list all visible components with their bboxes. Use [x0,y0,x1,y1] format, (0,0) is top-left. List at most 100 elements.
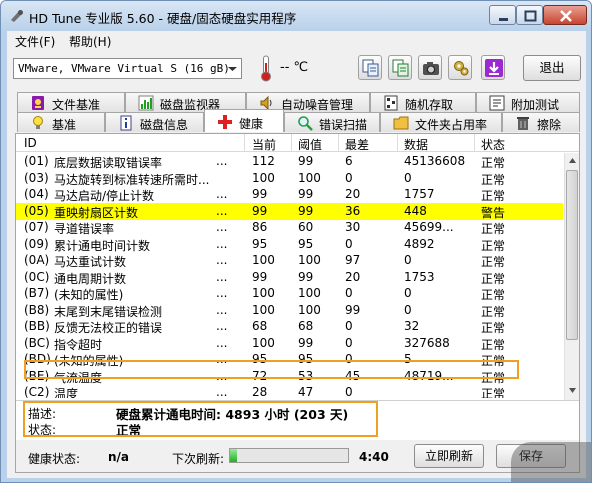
tab-health[interactable]: 健康 [204,109,284,132]
vertical-scrollbar[interactable] [564,153,579,400]
refresh-now-button[interactable]: 立即刷新 [414,444,484,468]
table-row[interactable]: (C2) 温度 28 47 0 正常... [16,384,563,398]
detail-area: 描述: 硬盘累计通电时间: 4893 小时 (203 天) 状态: 正常 [16,400,579,438]
scroll-up-icon[interactable] [565,153,580,168]
cell-worst: 0 [345,352,353,366]
tab-label: 擦除 [537,118,562,132]
cell-name: 末尾到末尾错误检测 [54,304,163,319]
table-row[interactable]: (09) 累计通电时间计数 95 95 0 4892 正常... [16,236,563,253]
tab-label: 文件基准 [52,98,101,112]
refresh-progress-bar [229,448,349,463]
tab-extra-tests[interactable]: 附加测试 [476,92,580,112]
cell-id: (03) [24,170,49,185]
cell-worst: 0 [345,170,353,185]
cell-threshold: 47 [298,385,314,398]
tab-folder-usage[interactable]: 文件夹占用率 [380,112,502,132]
table-row[interactable]: (BC) 指令超时 100 99 0 327688 正常... [16,335,563,352]
cell-data: 1753 [404,269,435,284]
cell-threshold: 100 [298,253,321,267]
column-divider [474,134,475,152]
table-row[interactable]: (07) 寻道错误率 86 60 30 45699... 正常... [16,219,563,236]
cell-status: 正常 [481,172,506,187]
cell-data: 448 [404,203,427,218]
status-label: 状态: [28,423,57,437]
health-cross-icon [218,115,232,129]
chevron-down-icon [228,67,237,71]
table-row[interactable]: (B7) (未知的属性) 100 100 0 0 正常... [16,285,563,302]
table-row[interactable]: (BB) 反馈无法校正的错误 68 68 0 32 正常... [16,318,563,335]
column-header-status[interactable]: 状态 [481,136,505,153]
tab-benchmark[interactable]: 基准 [17,112,105,132]
health-panel: ID 当前 阈值 最差 数据 状态 (01) 底层数据读取错误率 112 99 6 451… [15,133,580,473]
minimize-button[interactable] [489,5,516,25]
scroll-down-icon[interactable] [565,383,580,398]
tab-label: 健康 [239,117,264,131]
cell-id: (BE) [24,368,50,383]
column-header-threshold[interactable]: 阈值 [298,136,322,153]
column-header-worst[interactable]: 最差 [345,136,369,153]
cell-worst: 45 [345,368,361,383]
cell-more-dots: ... [216,187,228,201]
cell-status: 正常 [481,370,506,385]
exit-button[interactable]: 退出 [523,55,581,81]
tab-erase[interactable]: 擦除 [502,112,580,132]
tab-random-access[interactable]: 随机存取 [370,92,476,112]
table-row[interactable]: (0A) 马达重试计数 100 100 97 0 正常... [16,252,563,269]
table-row[interactable]: (05) 重映射扇区计数 99 99 36 448 警告... [16,202,563,220]
column-divider [291,134,292,152]
cell-id: (BC) [24,335,50,350]
column-header-id[interactable]: ID [24,136,37,150]
cell-worst: 6 [345,154,353,168]
cell-threshold: 99 [298,269,314,284]
minimize-icon [499,18,508,21]
table-row[interactable]: (B8) 末尾到末尾错误检测 100 100 99 0 正常... [16,302,563,319]
scrollbar-thumb[interactable] [566,170,578,340]
tab-label: 错误扫描 [319,118,368,132]
menu-file[interactable]: 文件(F) [15,33,55,50]
close-button[interactable] [543,5,587,25]
table-row[interactable]: (0C) 通电周期计数 99 99 20 1753 正常... [16,269,563,286]
cell-current: 100 [252,170,275,185]
menu-help[interactable]: 帮助(H) [69,33,111,50]
cell-name: 温度 [54,387,79,398]
column-header-data[interactable]: 数据 [404,136,428,153]
watermark-badge [511,442,591,482]
download-button[interactable] [481,55,505,80]
tab-error-scan[interactable]: 错误扫描 [284,112,380,132]
cell-id: (0A) [24,253,50,267]
table-row[interactable]: (03) 马达旋转到标准转速所需时... 100 100 0 0 正常 [16,170,563,187]
copy-button[interactable] [358,55,382,80]
drive-select[interactable]: VMware, VMware Virtual S (16 gB) [13,58,242,79]
cell-name: 反馈无法校正的错误 [54,321,163,335]
cell-more-dots: ... [216,385,228,398]
table-row[interactable]: (BE) 气流温度 72 53 45 48719... 正常... [16,368,563,385]
column-divider [338,134,339,152]
cell-status: 正常 [481,189,506,203]
tab-disk-info[interactable]: 磁盘信息 [105,112,204,132]
cell-current: 28 [252,385,268,398]
table-row[interactable]: (04) 马达启动/停止计数 99 99 20 1757 正常... [16,186,563,203]
tab-label: 附加测试 [511,98,560,112]
copy-all-button[interactable] [388,55,412,80]
status-bar: 健康状态: n/a 下次刷新: 4:40 立即刷新 保存 [16,440,579,472]
download-arrow-icon [485,59,503,77]
cell-id: (09) [24,236,49,251]
table-row[interactable]: (BD) (未知的属性) 95 95 0 5 正常... [16,351,563,368]
cell-data: 327688 [404,335,450,350]
options-button[interactable] [448,55,472,80]
cell-name: 气流温度 [54,370,103,385]
table-row[interactable]: (01) 底层数据读取错误率 112 99 6 45136608 正常... [16,153,563,170]
smart-table-body: (01) 底层数据读取错误率 112 99 6 45136608 正常... (03) 马达旋转… [16,153,563,398]
screenshot-button[interactable] [418,55,442,80]
maximize-button[interactable] [516,5,543,25]
cell-current: 86 [252,220,268,234]
tab-file-benchmark[interactable]: 文件基准 [17,92,125,112]
refresh-time: 4:40 [359,450,389,464]
cell-data: 0 [404,253,412,267]
cell-threshold: 99 [298,154,314,168]
health-status-label: 健康状态: [28,452,81,466]
cell-status: 正常 [481,304,506,319]
cell-status: 警告 [481,205,506,220]
column-header-current[interactable]: 当前 [252,136,276,153]
title-bar[interactable]: HD Tune 专业版 5.60 - 硬盘/固态硬盘实用程序 [1,1,591,31]
